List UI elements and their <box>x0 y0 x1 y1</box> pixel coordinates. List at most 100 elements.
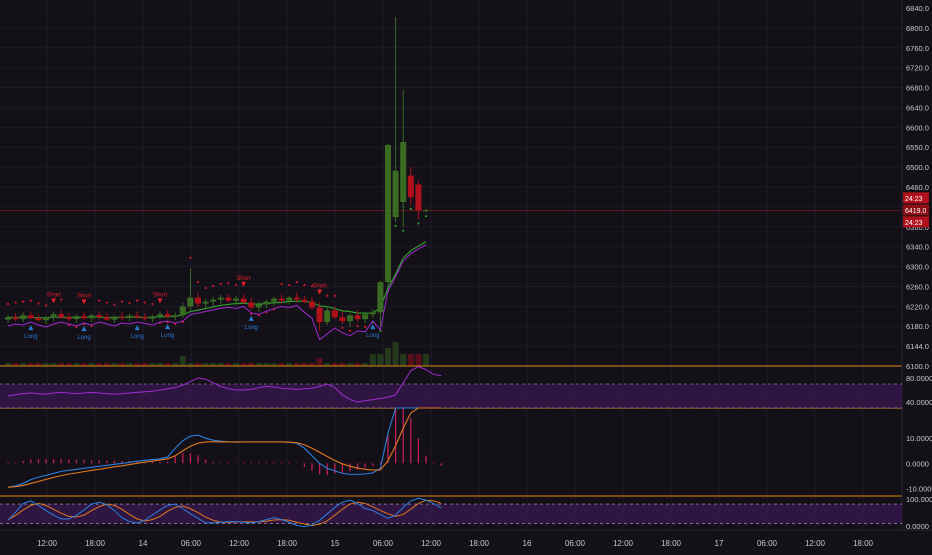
psar-dot <box>196 280 200 284</box>
candle-body <box>134 315 141 318</box>
y-tick-label: -10.0000 <box>906 484 932 493</box>
candle-body <box>400 142 407 203</box>
candle-body <box>119 316 125 318</box>
y-tick-label: 40.0000 <box>906 398 932 407</box>
candle-body <box>248 302 255 308</box>
candle-body <box>43 317 49 321</box>
y-tick-label: 6460.0 <box>906 183 929 192</box>
y-tick-label: 100.0000 <box>906 495 932 504</box>
candle-body <box>172 315 179 317</box>
y-tick-label: 6220.0 <box>906 302 929 311</box>
long-arrow-icon <box>81 326 87 332</box>
psar-dot <box>212 284 215 288</box>
candle-body <box>354 315 361 320</box>
candle-body <box>141 317 148 319</box>
psar-dot <box>98 299 101 302</box>
y-tick-label: 6760.0 <box>906 44 929 53</box>
short-arrow-icon <box>317 289 323 295</box>
candle-body <box>263 301 270 305</box>
candle-body <box>217 297 224 300</box>
short-signal-label: Short <box>153 292 168 298</box>
candle-body <box>50 314 57 318</box>
macd-signal-line <box>7 407 442 488</box>
psar-dot <box>356 324 359 328</box>
candle-body <box>255 304 262 308</box>
x-tick-label: 14 <box>139 539 148 548</box>
psar-dot <box>60 298 63 301</box>
psar-dot <box>6 302 10 306</box>
y-tick-label: 6340.0 <box>906 243 929 252</box>
psar-dot <box>29 299 32 302</box>
y-tick-label: 6144.0 <box>906 342 929 351</box>
candle-body <box>111 316 118 320</box>
x-tick-label: 06:00 <box>757 539 778 548</box>
candle-body <box>103 317 110 320</box>
psar-dot <box>288 283 291 287</box>
psar-dot <box>136 299 139 302</box>
candle-body <box>324 310 331 323</box>
candle-body <box>35 318 42 321</box>
chart-canvas[interactable]: 12:00 18:00 14 06:00 12:00 18:00 15 06:00 12:00 1… <box>0 0 932 550</box>
y-tick-label: 6260.0 <box>906 282 929 291</box>
candle-body <box>423 210 429 212</box>
psar-dot <box>326 294 329 297</box>
psar-dot <box>409 207 412 210</box>
candle-body <box>149 316 156 319</box>
short-signal-label: Short <box>312 284 327 290</box>
oscillator-band <box>0 384 902 408</box>
x-tick-label: 17 <box>715 539 724 548</box>
psar-dot <box>394 224 397 228</box>
short-arrow-icon <box>157 298 163 304</box>
candle-body <box>225 297 232 301</box>
y-tick-label: 6300.0 <box>906 263 929 272</box>
candle-body <box>126 315 133 318</box>
y-tick-label: 6180.0 <box>906 322 929 331</box>
y-tick-label: 6100.0 <box>906 362 929 371</box>
psar-dot <box>189 256 192 259</box>
y-tick-label: 6550.0 <box>906 143 929 152</box>
x-tick-label: 06:00 <box>565 539 586 548</box>
psar-dot <box>417 222 420 225</box>
short-signal-label: Short <box>46 292 61 298</box>
x-tick-label: 12:00 <box>37 539 58 548</box>
candle-body <box>27 315 34 319</box>
macd-line <box>7 407 442 488</box>
candle-body <box>301 299 308 302</box>
candle-body <box>179 306 186 316</box>
candle-body <box>278 298 285 301</box>
trading-chart[interactable]: 12:00 18:00 14 06:00 12:00 18:00 15 06:00 12:00 1… <box>0 0 932 550</box>
price-badge-label: 24:23 <box>905 196 923 203</box>
x-tick-label: 18:00 <box>853 539 874 548</box>
long-signal-label: Long <box>366 333 379 339</box>
candle-body <box>96 315 103 318</box>
x-tick-label: 15 <box>331 539 340 548</box>
candle-body <box>20 315 27 320</box>
candle-body <box>286 297 293 301</box>
candle-body <box>309 301 315 308</box>
candle-body <box>347 315 353 322</box>
x-tick-label: 12:00 <box>421 539 442 548</box>
candle-body <box>58 314 65 318</box>
volume-bar <box>415 354 422 366</box>
candle-body <box>202 301 209 304</box>
y-tick-label: 6500.0 <box>906 163 929 172</box>
volume-bar <box>316 358 323 366</box>
candle-body <box>339 317 346 322</box>
y-tick-label: 80.0000 <box>906 374 932 383</box>
candle-body <box>331 310 338 318</box>
psar-dot <box>341 326 344 330</box>
x-tick-label: 18:00 <box>277 539 298 548</box>
x-tick-label: 12:00 <box>613 539 634 548</box>
psar-dot <box>280 282 283 286</box>
y-tick-label: 6800.0 <box>906 24 929 33</box>
candle-body <box>88 315 95 319</box>
psar-dot <box>143 301 146 304</box>
candle-body <box>65 317 72 320</box>
long-signal-label: Long <box>245 325 258 331</box>
psar-dot <box>364 325 367 329</box>
y-tick-label: 6680.0 <box>906 84 929 93</box>
long-signal-label: Long <box>24 334 37 340</box>
long-signal-label: Long <box>131 334 144 340</box>
short-signal-label: Short <box>236 276 251 282</box>
candle-body <box>362 314 369 320</box>
